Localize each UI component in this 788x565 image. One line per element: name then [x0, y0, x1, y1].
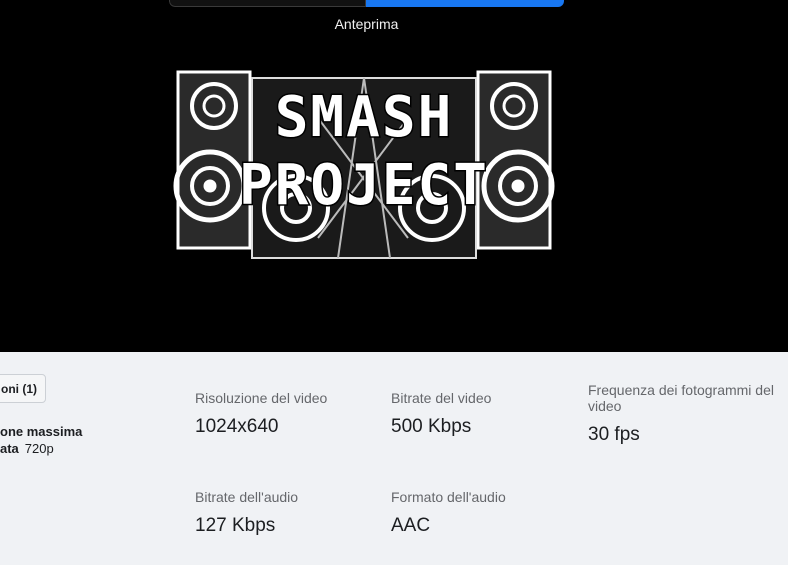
toggle-option-active[interactable]	[366, 0, 564, 7]
max-resolution-title: one massima	[0, 424, 83, 439]
stat-value: 500 Kbps	[391, 416, 472, 437]
resolution-row: ata 720p	[0, 441, 54, 456]
stat-video-framerate: Frequenza dei fotogrammi del video 30 fp…	[588, 382, 786, 446]
options-button[interactable]: oni (1)	[0, 374, 46, 403]
stat-label: Formato dell'audio	[391, 489, 506, 505]
resolution-value: 720p	[24, 441, 54, 456]
video-thumbnail[interactable]: SMASH PROJECT	[168, 58, 560, 262]
logo-line1: SMASH	[275, 85, 454, 150]
stat-video-resolution: Risoluzione del video 1024x640	[195, 390, 375, 438]
right-speaker-graphic	[476, 70, 555, 250]
toggle-option-left[interactable]	[169, 0, 366, 7]
stat-label: Risoluzione del video	[195, 390, 328, 406]
resolution-key: ata	[0, 441, 19, 456]
preview-area: Anteprima SMASH PROJECT	[0, 0, 788, 352]
stat-value: AAC	[391, 515, 431, 536]
stat-label: Bitrate dell'audio	[195, 489, 299, 505]
stat-audio-bitrate: Bitrate dell'audio 127 Kbps	[195, 489, 375, 537]
stat-value: 1024x640	[195, 416, 279, 437]
stat-video-bitrate: Bitrate del video 500 Kbps	[391, 390, 571, 438]
stat-value: 127 Kbps	[195, 515, 276, 536]
view-toggle[interactable]	[169, 0, 564, 7]
stat-label: Frequenza dei fotogrammi del video	[588, 382, 774, 414]
preview-label: Anteprima	[334, 16, 399, 32]
stat-label: Bitrate del video	[391, 390, 492, 406]
stat-audio-format: Formato dell'audio AAC	[391, 489, 571, 537]
video-info-panel: oni (1) one massima ata 720p Risoluzione …	[0, 352, 788, 565]
stat-value: 30 fps	[588, 424, 640, 445]
logo-line2: PROJECT	[239, 153, 489, 218]
